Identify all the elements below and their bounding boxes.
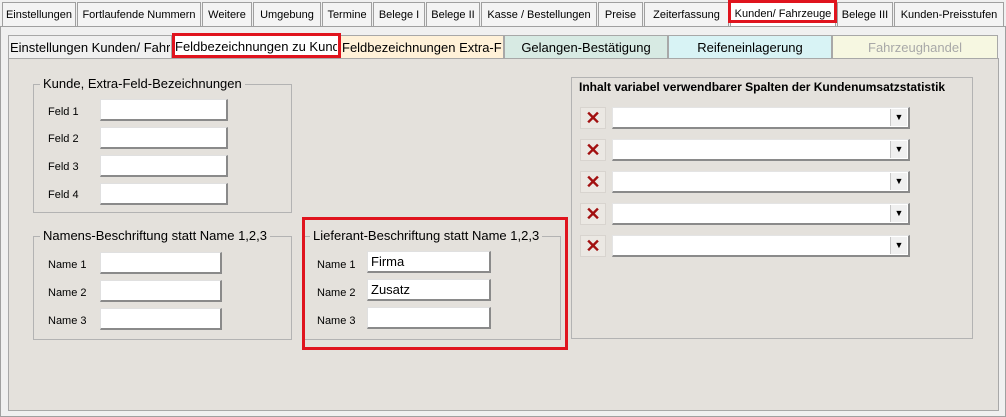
x-icon: ✕ (585, 236, 601, 256)
name-2-input[interactable] (100, 280, 222, 302)
field-label: Name 3 (48, 315, 87, 327)
group-kunde-extra-felder: Kunde, Extra-Feld-Bezeichnungen Feld 1 F… (33, 76, 292, 213)
feld-4-input[interactable] (100, 183, 228, 205)
column-1-select[interactable]: ▼ (612, 107, 910, 129)
field-label: Feld 2 (48, 133, 79, 145)
tab-belege-3[interactable]: Belege III (837, 2, 893, 26)
field-label: Name 1 (317, 259, 356, 271)
chevron-down-icon[interactable]: ▼ (890, 205, 907, 222)
subtab-fahrzeughandel: Fahrzeughandel (832, 35, 998, 58)
column-4-select[interactable]: ▼ (612, 203, 910, 225)
field-label: Feld 3 (48, 161, 79, 173)
delete-row-2-button[interactable]: ✕ (580, 139, 606, 161)
field-label: Feld 1 (48, 106, 79, 118)
tab-weitere[interactable]: Weitere (202, 2, 252, 26)
subtab-gelangen-bestaetigung[interactable]: Gelangen-Bestätigung (504, 35, 668, 58)
chevron-down-icon[interactable]: ▼ (890, 141, 907, 158)
name-3-input[interactable] (100, 308, 222, 330)
column-2-select[interactable]: ▼ (612, 139, 910, 161)
column-3-select[interactable]: ▼ (612, 171, 910, 193)
tab-einstellungen[interactable]: Einstellungen (2, 2, 76, 26)
tab-preise[interactable]: Preise (598, 2, 643, 26)
feld-2-input[interactable] (100, 127, 228, 149)
chevron-down-icon[interactable]: ▼ (890, 109, 907, 126)
subtab-einstellungen-kunden[interactable]: Einstellungen Kunden/ Fahrz (8, 35, 172, 58)
group-title: Kunde, Extra-Feld-Bezeichnungen (40, 76, 245, 91)
tab-fortlaufende-nummern[interactable]: Fortlaufende Nummern (77, 2, 201, 26)
field-label: Feld 4 (48, 189, 79, 201)
panel-title: Inhalt variabel verwendbarer Spalten der… (579, 80, 946, 94)
field-label: Name 2 (317, 287, 356, 299)
settings-tab-strip: Einstellungen Fortlaufende Nummern Weite… (0, 0, 1006, 27)
lieferant-name-3-input[interactable] (367, 307, 491, 329)
tab-termine[interactable]: Termine (322, 2, 372, 26)
feld-1-input[interactable] (100, 99, 228, 121)
tab-kunden-preisstufen[interactable]: Kunden-Preisstufen (894, 2, 1004, 26)
tab-kasse-bestellungen[interactable]: Kasse / Bestellungen (481, 2, 597, 26)
chevron-down-icon[interactable]: ▼ (890, 237, 907, 254)
tab-zeiterfassung[interactable]: Zeiterfassung (644, 2, 729, 26)
tab-belege-2[interactable]: Belege II (426, 2, 480, 26)
group-namens-beschriftung: Namens-Beschriftung statt Name 1,2,3 Nam… (33, 228, 292, 340)
subtab-feldbezeichnungen-kunde[interactable]: Feldbezeichnungen zu Kunde (172, 33, 340, 58)
x-icon: ✕ (585, 172, 601, 192)
delete-row-5-button[interactable]: ✕ (580, 235, 606, 257)
field-label: Name 1 (48, 259, 87, 271)
lieferant-name-1-input[interactable]: Firma (367, 251, 491, 273)
tab-umgebung[interactable]: Umgebung (253, 2, 321, 26)
tab-kunden-fahrzeuge[interactable]: Kunden/ Fahrzeuge (730, 0, 836, 27)
kundenumsatzstatistik-panel: Inhalt variabel verwendbarer Spalten der… (571, 77, 973, 339)
group-title: Lieferant-Beschriftung statt Name 1,2,3 (310, 228, 543, 243)
name-1-input[interactable] (100, 252, 222, 274)
delete-row-1-button[interactable]: ✕ (580, 107, 606, 129)
chevron-down-icon[interactable]: ▼ (890, 173, 907, 190)
x-icon: ✕ (585, 108, 601, 128)
x-icon: ✕ (585, 204, 601, 224)
x-icon: ✕ (585, 140, 601, 160)
lieferant-name-2-input[interactable]: Zusatz (367, 279, 491, 301)
delete-row-4-button[interactable]: ✕ (580, 203, 606, 225)
group-lieferant-beschriftung: Lieferant-Beschriftung statt Name 1,2,3 … (303, 228, 561, 340)
subtab-feldbezeichnungen-extra[interactable]: Feldbezeichnungen Extra-Fel (340, 35, 504, 58)
tab-belege-1[interactable]: Belege I (373, 2, 425, 26)
subtab-reifeneinlagerung[interactable]: Reifeneinlagerung (668, 35, 832, 58)
field-label: Name 2 (48, 287, 87, 299)
delete-row-3-button[interactable]: ✕ (580, 171, 606, 193)
group-title: Namens-Beschriftung statt Name 1,2,3 (40, 228, 270, 243)
column-5-select[interactable]: ▼ (612, 235, 910, 257)
feld-3-input[interactable] (100, 155, 228, 177)
field-label: Name 3 (317, 315, 356, 327)
